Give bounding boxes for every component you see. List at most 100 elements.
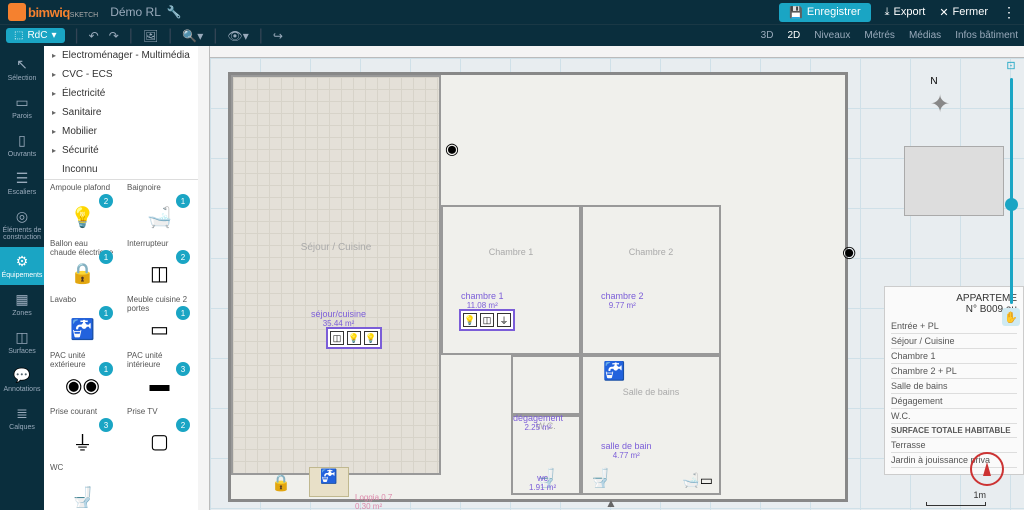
rail-annotations[interactable]: 💬Annotations — [0, 361, 44, 399]
door-icon: ▯ — [18, 132, 26, 149]
label-ch2-sel: chambre 2 — [601, 291, 644, 301]
equip-prise-tv[interactable]: Prise TV2▢ — [121, 404, 198, 460]
redo-button[interactable]: ↷ — [109, 29, 119, 43]
zoom-button[interactable]: 🔍▾ — [182, 29, 203, 43]
equip-wc[interactable]: WC🚽 — [44, 460, 121, 510]
sink-fixture[interactable]: 🚰 — [603, 361, 625, 382]
equip-lavabo[interactable]: Lavabo1🚰 — [44, 292, 121, 348]
logo-text: bimwiq — [28, 5, 70, 20]
logo-sub: SKETCH — [70, 12, 98, 19]
area-deg: 2.25 m² — [513, 423, 563, 432]
cat-securite[interactable]: ▸Sécurité — [44, 141, 198, 160]
close-label: Fermer — [953, 6, 988, 18]
save-button[interactable]: 💾 Enregistrer — [779, 3, 871, 22]
undo-button[interactable]: ↶ — [89, 29, 99, 43]
rail-equipements[interactable]: ⚙Équipements — [0, 247, 44, 285]
chevron-down-icon: ▾ — [51, 30, 56, 41]
equip-prise[interactable]: Prise courant3⏚ — [44, 404, 121, 460]
app-header: bimwiq SKETCH Démo RL 🔧 💾 Enregistrer ⤓ … — [0, 0, 1024, 24]
room-bain[interactable]: Salle de bains 🚰 🚽 🛁▭ — [581, 355, 721, 495]
extents-icon[interactable]: ⊡ — [1002, 56, 1020, 74]
ruler-vertical — [198, 46, 210, 510]
cat-cvc[interactable]: ▸CVC - ECS — [44, 65, 198, 84]
rail-escaliers[interactable]: ☰Escaliers — [0, 164, 44, 202]
equip-pac-int[interactable]: PAC unité intérieure3▬ — [121, 348, 198, 404]
equip-ampoule[interactable]: Ampoule plafond2💡 — [44, 180, 121, 236]
view-metres[interactable]: Métrés — [864, 30, 895, 41]
rail-ouvrants[interactable]: ▯Ouvrants — [0, 126, 44, 164]
hvac-fixture-2[interactable]: ◉ — [840, 246, 860, 260]
hvac-ext-icon: ◉◉ — [67, 372, 99, 398]
expand-arrow-icon[interactable]: ▲ — [605, 496, 617, 510]
mini-map[interactable] — [904, 146, 1004, 216]
compass-rose[interactable] — [970, 452, 1004, 486]
floor-label: RdC — [27, 30, 47, 41]
switch-icon: ◫ — [144, 260, 176, 286]
cat-electricite[interactable]: ▸Électricité — [44, 84, 198, 103]
equip-baignoire[interactable]: Baignoire1🛁 — [121, 180, 198, 236]
rail-selection[interactable]: ↖Sélection — [0, 50, 44, 88]
floorplan-canvas[interactable]: Terrasse Séjour / Cuisine Chambre 1 Cham… — [198, 46, 1024, 510]
label-bain: salle de bain — [601, 441, 652, 451]
mini-outlet-icon: ⏚ — [497, 313, 511, 327]
rail-parois[interactable]: ▭Parois — [0, 88, 44, 126]
area-ch2: 9.77 m² — [601, 301, 644, 310]
rail-zones[interactable]: ▦Zones — [0, 285, 44, 323]
room-sejour[interactable]: Séjour / Cuisine — [231, 75, 441, 475]
floorplan[interactable]: Terrasse Séjour / Cuisine Chambre 1 Cham… — [228, 72, 848, 502]
room-chambre2[interactable]: Chambre 2 — [581, 205, 721, 355]
cat-electromenager[interactable]: ▸Electroménager - Multimédia — [44, 46, 198, 65]
equip-meuble[interactable]: Meuble cuisine 2 portes1▭ — [121, 292, 198, 348]
label-ch1: Chambre 1 — [443, 247, 579, 257]
view-medias[interactable]: Médias — [909, 30, 941, 41]
selection-ch1[interactable]: 💡 ◫ ⏚ — [459, 309, 515, 331]
room-degagement[interactable] — [511, 355, 581, 415]
equip-ballon[interactable]: Ballon eau chaude électrique1🔒 — [44, 236, 121, 292]
view-infos[interactable]: Infos bâtiment — [955, 30, 1018, 41]
floor-selector[interactable]: ⬚ RdC ▾ — [6, 28, 65, 43]
export-button[interactable]: ⤓ Export — [885, 6, 926, 19]
rail-calques[interactable]: ≣Calques — [0, 399, 44, 437]
cursor-icon: ↖ — [16, 56, 28, 73]
scale-bar: 1m — [926, 490, 986, 506]
hvac-fixture[interactable]: ◉ — [445, 139, 459, 159]
room-chambre1[interactable]: Chambre 1 — [441, 205, 581, 355]
cabinet-fixture[interactable]: 🚰 — [309, 467, 349, 497]
zoom-slider[interactable]: ⊡ ✋ — [1004, 56, 1018, 326]
wrench-icon[interactable]: 🔧 — [167, 5, 182, 19]
label-ch1-sel: chambre 1 — [461, 291, 504, 301]
view-3d[interactable]: 3D — [761, 30, 774, 41]
tv-outlet-icon: ▢ — [144, 428, 176, 454]
more-button[interactable]: ⋮ — [1002, 4, 1016, 21]
close-icon: ✕ — [939, 6, 948, 19]
visibility-button[interactable]: 👁▾ — [227, 29, 248, 43]
equip-pac-ext[interactable]: PAC unité extérieure1◉◉ — [44, 348, 121, 404]
rail-elements[interactable]: ◎Éléments de construction — [0, 202, 44, 247]
pan-button[interactable]: ✋ — [1002, 308, 1020, 326]
forward-button[interactable]: ↪ — [273, 29, 283, 43]
mini-bulb-icon-2: 💡 — [364, 331, 378, 345]
cat-mobilier[interactable]: ▸Mobilier — [44, 122, 198, 141]
close-button[interactable]: ✕ Fermer — [939, 6, 988, 19]
view-2d[interactable]: 2D — [787, 30, 800, 41]
equip-interrupteur[interactable]: Interrupteur2◫ — [121, 236, 198, 292]
bathtub-fixture[interactable]: 🛁▭ — [682, 472, 713, 489]
rail-surfaces[interactable]: ◫Surfaces — [0, 323, 44, 361]
selection-sejour[interactable]: ◫ 💡 💡 — [326, 327, 382, 349]
equipment-panel: ▸Electroménager - Multimédia ▸CVC - ECS … — [44, 46, 198, 510]
image-button[interactable]: 🖼 — [143, 29, 158, 43]
toilet-fixture-2[interactable]: 🚽 — [589, 468, 611, 489]
slider-thumb[interactable] — [1005, 198, 1018, 211]
cat-sanitaire[interactable]: ▸Sanitaire — [44, 103, 198, 122]
heater-fixture[interactable]: 🔒 — [271, 473, 291, 493]
mini-switch-icon: ◫ — [330, 331, 344, 345]
wall-icon: ▭ — [15, 94, 28, 111]
mini-bulb-icon: 💡 — [347, 331, 361, 345]
label-deg: dégagement — [513, 413, 563, 423]
zones-icon: ▦ — [15, 291, 28, 308]
cat-inconnu[interactable]: Inconnu — [44, 160, 198, 179]
logo-icon — [8, 3, 26, 21]
stairs-icon: ☰ — [16, 170, 29, 187]
view-niveaux[interactable]: Niveaux — [814, 30, 850, 41]
slider-track[interactable] — [1010, 78, 1013, 304]
